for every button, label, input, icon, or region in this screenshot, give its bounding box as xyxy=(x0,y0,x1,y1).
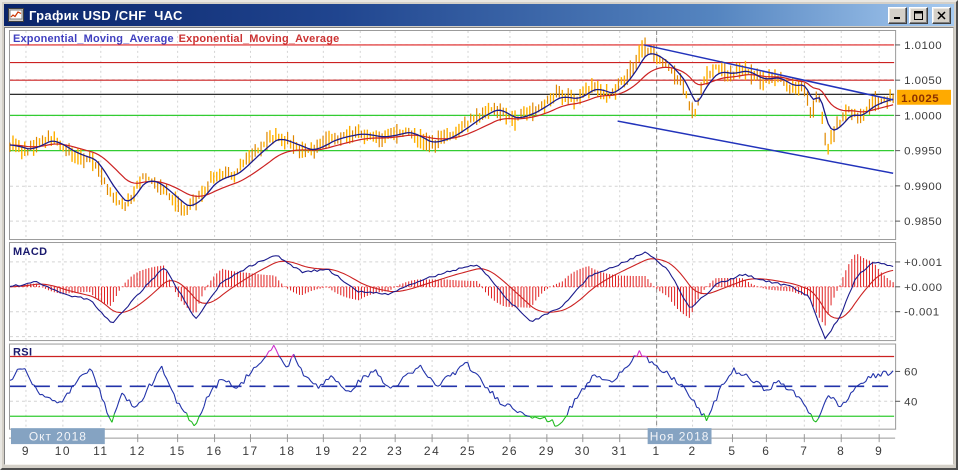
chart-window: График USD /CHF ЧАС Exponential_Moving_A… xyxy=(0,0,958,470)
title-bar[interactable]: График USD /CHF ЧАС xyxy=(4,4,954,26)
date-tick-label: 26 xyxy=(502,444,518,458)
date-tick-label: 25 xyxy=(460,444,476,458)
price-tick-label: 1.0000 xyxy=(904,110,942,122)
price-tick-label: 0.9900 xyxy=(904,181,942,193)
date-tick-label: 23 xyxy=(387,444,403,458)
macd-tick-label: -0.001 xyxy=(904,307,940,319)
price-tick-label: 0.9950 xyxy=(904,146,942,158)
current-price-label: 1.0025 xyxy=(901,93,939,105)
date-tick-label: 22 xyxy=(352,444,368,458)
chart-icon[interactable] xyxy=(7,7,25,23)
date-tick-label: 12 xyxy=(130,444,146,458)
date-tick-label: 5 xyxy=(728,444,736,458)
date-tick-label: 6 xyxy=(762,444,770,458)
date-tick-label: 29 xyxy=(539,444,555,458)
price-tick-label: 1.0100 xyxy=(904,40,942,52)
ema-overlay-label: Exponential_Moving_Average xyxy=(179,33,340,45)
close-button[interactable] xyxy=(932,6,951,24)
date-tick-label: 17 xyxy=(242,444,258,458)
chart-canvas[interactable]: Exponential_Moving_Average Exponential_Mo… xyxy=(5,28,953,464)
date-tick-label: 19 xyxy=(315,444,331,458)
date-tick-label: 24 xyxy=(424,444,440,458)
price-tick-label: 1.0050 xyxy=(904,75,942,87)
date-tick-label: 1 xyxy=(653,444,661,458)
window-title: График USD /CHF ЧАС xyxy=(29,7,183,23)
date-tick-label: 9 xyxy=(22,444,30,458)
chart-client-area: Exponential_Moving_Average Exponential_Mo… xyxy=(4,27,954,465)
window-controls xyxy=(888,6,951,24)
price-tick-label: 0.9850 xyxy=(904,216,942,228)
date-tick-label: 30 xyxy=(575,444,591,458)
date-tick-label: 18 xyxy=(279,444,295,458)
date-tick-label: 2 xyxy=(688,444,696,458)
rsi-tick-label: 40 xyxy=(904,396,918,408)
rsi-tick-label: 60 xyxy=(904,366,918,378)
date-tick-label: 15 xyxy=(169,444,185,458)
month-badge-label: Окт 2018 xyxy=(29,430,87,444)
macd-panel-label: MACD xyxy=(13,246,47,258)
date-tick-label: 31 xyxy=(612,444,628,458)
date-axis: 9 10 11 12 15 16 17 18 19 22 23 24 25 26 29 30 31 1 2 5 6 7 8 9… xyxy=(8,428,896,458)
date-tick-label: 11 xyxy=(93,444,108,458)
macd-tick-label: +0.001 xyxy=(904,257,942,269)
month-badge-label: Ноя 2018 xyxy=(650,430,710,444)
rsi-panel-label: RSI xyxy=(13,347,32,359)
macd-tick-label: +0.000 xyxy=(904,282,942,294)
date-tick-label: 8 xyxy=(837,444,845,458)
date-tick-label: 7 xyxy=(800,444,808,458)
maximize-button[interactable] xyxy=(909,6,928,24)
date-tick-label: 16 xyxy=(206,444,222,458)
price-axis: 1.0100 1.0050 1.0000 0.9950 0.9900 0.9850 1.00… xyxy=(895,40,952,228)
date-tick-label: 9 xyxy=(875,444,883,458)
minimize-button[interactable] xyxy=(888,6,907,24)
date-tick-label: 10 xyxy=(55,444,71,458)
ema-overlay-label: Exponential_Moving_Average xyxy=(13,33,174,45)
